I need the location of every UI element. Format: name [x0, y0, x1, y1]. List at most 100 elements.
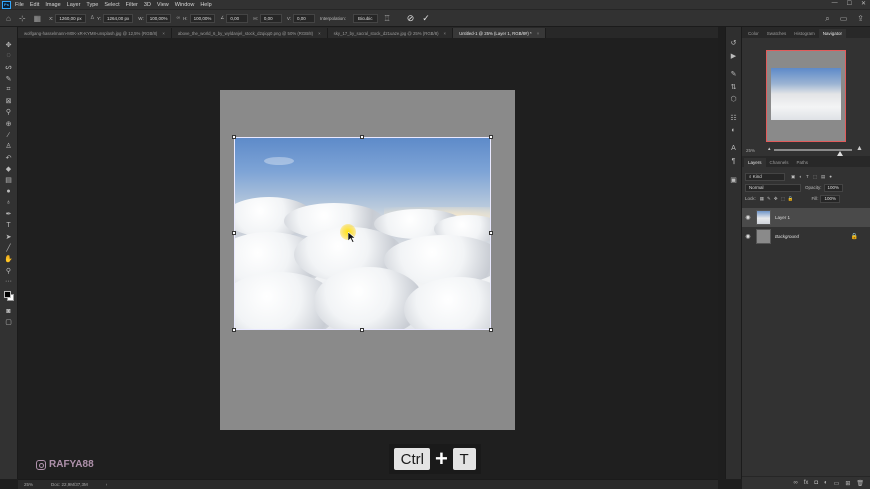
tab-channels[interactable]: Channels: [766, 158, 793, 167]
close-tab-icon[interactable]: ×: [162, 31, 165, 36]
history-brush-icon[interactable]: ↶: [3, 152, 15, 163]
close-tab-icon[interactable]: ×: [537, 31, 540, 36]
lock-position-icon[interactable]: ✥: [774, 196, 778, 202]
quick-select-tool-icon[interactable]: ✎: [3, 73, 15, 84]
delete-layer-icon[interactable]: 🗑: [856, 480, 864, 487]
x-input[interactable]: 1260,00 px: [55, 13, 86, 23]
visibility-eye-icon[interactable]: ◉: [742, 214, 754, 221]
share-icon[interactable]: ⇪: [857, 14, 864, 24]
lock-artboard-icon[interactable]: ⬚: [781, 196, 785, 202]
filter-toggle-icon[interactable]: ●: [829, 174, 832, 179]
paragraph-icon[interactable]: ¶: [732, 155, 736, 168]
line-tool-icon[interactable]: ╱: [3, 242, 15, 253]
layer-filter-select[interactable]: ⌕ Kind: [745, 172, 785, 181]
zoom-in-icon[interactable]: ▲: [856, 145, 863, 152]
link-icon[interactable]: ∞: [176, 15, 180, 21]
type-tool-icon[interactable]: T: [3, 220, 15, 231]
dodge-tool-icon[interactable]: ♁: [3, 197, 15, 208]
marquee-tool-icon[interactable]: ◌: [3, 50, 15, 61]
transform-handle-right[interactable]: [489, 231, 493, 235]
color-swatches[interactable]: [3, 290, 15, 304]
stamp-tool-icon[interactable]: ♙: [3, 141, 15, 152]
more-tools-icon[interactable]: ···: [3, 276, 15, 287]
tab-swatches[interactable]: Swatches: [763, 29, 791, 38]
brush-tool-icon[interactable]: ∕: [3, 129, 15, 140]
lasso-tool-icon[interactable]: ᔕ: [3, 62, 15, 73]
navigator-zoom-slider[interactable]: [774, 149, 852, 156]
history-icon[interactable]: ↺: [731, 37, 737, 50]
layer-row-background[interactable]: ◉ Background 🔒: [742, 227, 870, 246]
transform-handle-top-left[interactable]: [232, 135, 236, 139]
layer-name[interactable]: Background: [775, 234, 799, 239]
path-select-tool-icon[interactable]: ➤: [3, 231, 15, 242]
zoom-tool-icon[interactable]: ⚲: [3, 265, 15, 276]
blur-tool-icon[interactable]: ●: [3, 186, 15, 197]
menu-window[interactable]: Window: [175, 2, 195, 8]
interpolation-select[interactable]: Bicubic: [353, 13, 378, 23]
close-tab-icon[interactable]: ×: [444, 31, 447, 36]
character-icon[interactable]: A: [731, 143, 736, 156]
menu-type[interactable]: Type: [86, 2, 98, 8]
gradient-tool-icon[interactable]: ▤: [3, 175, 15, 186]
adjustments-icon[interactable]: ◐: [731, 124, 735, 137]
move-tool-icon[interactable]: ✥: [3, 39, 15, 50]
adjust-icon[interactable]: ⇅: [731, 81, 737, 94]
blend-mode-select[interactable]: Normal: [745, 183, 801, 192]
minimize-icon[interactable]: —: [832, 0, 838, 7]
close-window-icon[interactable]: ✕: [861, 0, 866, 7]
search-icon[interactable]: ⌕: [825, 14, 829, 24]
fx-icon[interactable]: fx: [804, 480, 809, 486]
transform-handle-top[interactable]: [360, 135, 364, 139]
tab-paths[interactable]: Paths: [793, 158, 813, 167]
lock-transparent-icon[interactable]: ▦: [760, 196, 764, 202]
cancel-icon[interactable]: ⊘: [407, 13, 415, 24]
maximize-icon[interactable]: ☐: [847, 0, 852, 7]
tab-layers[interactable]: Layers: [744, 158, 766, 167]
tab-document-3[interactable]: sky_17_by_sacral_stock_d21uaze.jpg @ 25%…: [327, 28, 454, 38]
filter-adjust-icon[interactable]: ◐: [799, 174, 802, 179]
workspace-icon[interactable]: ▭: [840, 14, 848, 24]
delta-icon[interactable]: Δ: [91, 15, 94, 21]
filter-type-icon[interactable]: T: [806, 174, 809, 179]
tab-histogram[interactable]: Histogram: [790, 29, 819, 38]
tab-document-2[interactable]: above_the_world_6_by_wyldanjel_stock_d2q…: [171, 28, 328, 38]
eraser-tool-icon[interactable]: ◆: [3, 163, 15, 174]
tab-color[interactable]: Color: [744, 29, 763, 38]
tab-document-1[interactable]: wolfgang-hasselmann-M0K-xR-KYM8-unsplash…: [18, 28, 172, 38]
hskew-input[interactable]: 0,00: [259, 13, 282, 23]
properties-icon[interactable]: ☷: [730, 112, 736, 125]
home-icon[interactable]: ⌂: [6, 14, 11, 23]
menu-filter[interactable]: Filter: [126, 2, 138, 8]
play-icon[interactable]: ▶: [731, 50, 736, 63]
link-layers-icon[interactable]: ∞: [793, 480, 797, 486]
lock-pixels-icon[interactable]: ✎: [767, 196, 771, 202]
opacity-input[interactable]: 100%: [823, 183, 844, 192]
navigator-preview[interactable]: [766, 50, 846, 142]
transform-handle-bottom-left[interactable]: [232, 328, 236, 332]
menu-image[interactable]: Image: [45, 2, 60, 8]
close-tab-icon[interactable]: ×: [318, 31, 321, 36]
navigator-zoom-value[interactable]: 25%: [746, 148, 755, 153]
lock-all-icon[interactable]: 🔒: [788, 196, 794, 202]
angle-input[interactable]: 0,00: [226, 13, 249, 23]
menu-select[interactable]: Select: [104, 2, 119, 8]
layer-name[interactable]: Layer 1: [775, 215, 790, 220]
tab-navigator[interactable]: Navigator: [818, 29, 847, 38]
move-tool-preset-icon[interactable]: ⊹: [19, 14, 26, 23]
cube-icon[interactable]: ⬡: [730, 93, 736, 106]
transform-handle-bottom-right[interactable]: [489, 328, 493, 332]
menu-file[interactable]: File: [15, 2, 24, 8]
vskew-input[interactable]: 0,00: [292, 13, 315, 23]
reference-point-icon[interactable]: ▦: [34, 14, 42, 23]
menu-help[interactable]: Help: [200, 2, 211, 8]
y-input[interactable]: 1264,00 px: [103, 13, 134, 23]
libraries-icon[interactable]: ▣: [730, 174, 737, 187]
status-arrow-icon[interactable]: ›: [106, 482, 108, 487]
layer-row-layer-1[interactable]: ◉ Layer 1: [742, 208, 870, 227]
warp-icon[interactable]: ♖: [384, 14, 391, 23]
zoom-level[interactable]: 25%: [24, 482, 33, 487]
transform-handle-bottom[interactable]: [360, 328, 364, 332]
free-transform-box[interactable]: [232, 135, 493, 332]
width-input[interactable]: 100,00%: [145, 13, 172, 23]
brush-settings-icon[interactable]: ✎: [731, 68, 737, 81]
